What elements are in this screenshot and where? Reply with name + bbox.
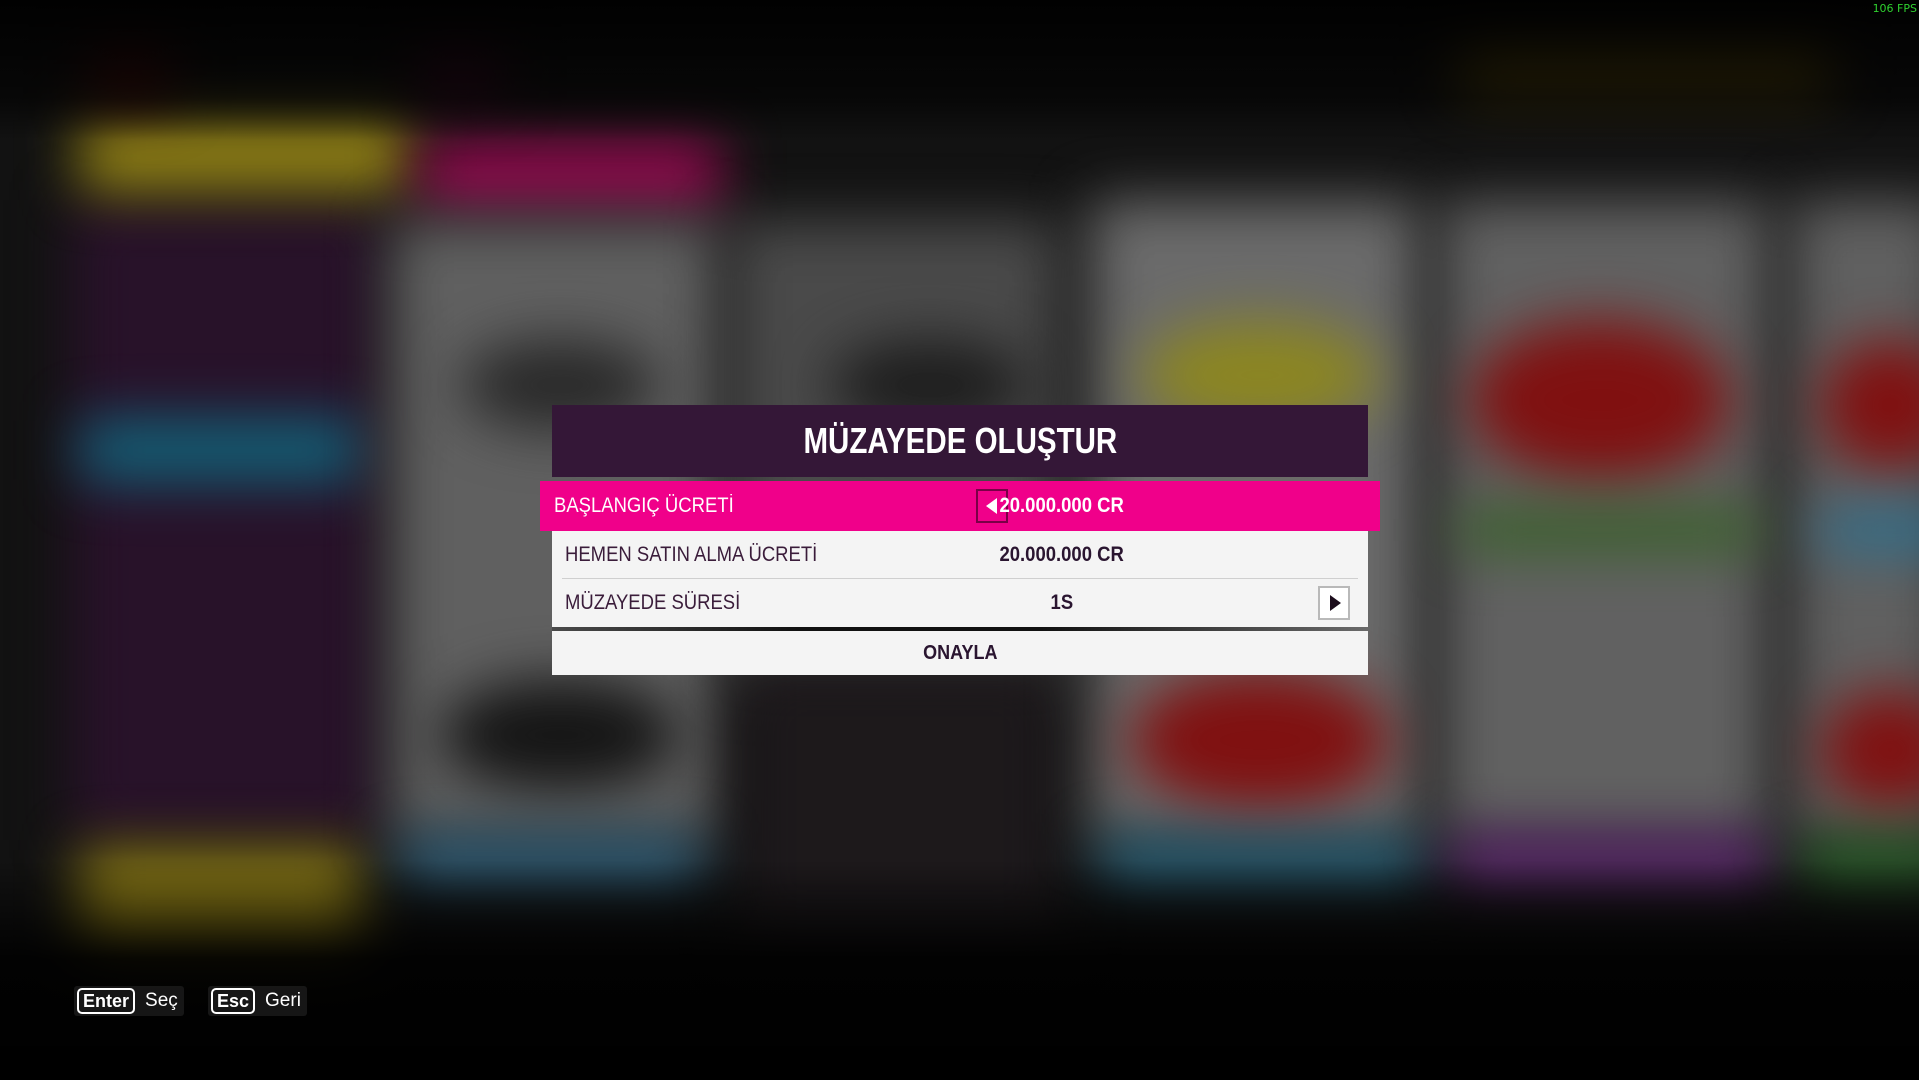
buyout-price-row[interactable]: HEMEN SATIN ALMA ÜCRETİ 20.000.000 CR [552, 531, 1368, 579]
enter-key-badge: Enter [77, 988, 136, 1014]
dialog-title: MÜZAYEDE OLUŞTUR [803, 420, 1117, 461]
arrow-right-icon [1330, 595, 1341, 611]
auction-duration-row[interactable]: MÜZAYEDE SÜRESİ 1S [552, 579, 1368, 627]
decrease-arrow-button[interactable] [976, 489, 1008, 523]
auction-duration-value-text: 1S [1050, 591, 1074, 614]
fps-counter: 106 FPS [1872, 2, 1917, 15]
background-top-fade [0, 0, 1919, 140]
starting-price-row[interactable]: BAŞLANGIÇ ÜCRETİ 20.000.000 CR [540, 481, 1380, 531]
back-hint[interactable]: Esc Geri [208, 986, 307, 1016]
back-action-label: Geri [265, 990, 301, 1011]
starting-price-label: BAŞLANGIÇ ÜCRETİ [554, 494, 734, 517]
increase-arrow-button[interactable] [1318, 586, 1350, 620]
auction-duration-label: MÜZAYEDE SÜRESİ [565, 591, 741, 614]
select-action-label: Seç [145, 990, 178, 1011]
confirm-button[interactable]: ONAYLA [552, 631, 1368, 675]
buyout-price-value-text: 20.000.000 CR [999, 543, 1125, 566]
buyout-price-label: HEMEN SATIN ALMA ÜCRETİ [565, 543, 818, 566]
dialog-header: MÜZAYEDE OLUŞTUR [552, 405, 1368, 477]
esc-key-badge: Esc [211, 988, 256, 1014]
background-bottom-fade [0, 860, 1919, 1080]
game-screen: 106 FPS MÜZAYEDE OLUŞTUR BAŞLANGIÇ ÜCRET… [0, 0, 1919, 1080]
confirm-label: ONAYLA [922, 641, 998, 664]
select-hint[interactable]: Enter Seç [74, 986, 184, 1016]
create-auction-dialog: MÜZAYEDE OLUŞTUR BAŞLANGIÇ ÜCRETİ 20.000… [540, 405, 1380, 675]
arrow-left-icon [985, 498, 997, 514]
starting-price-value-text: 20.000.000 CR [999, 494, 1125, 517]
